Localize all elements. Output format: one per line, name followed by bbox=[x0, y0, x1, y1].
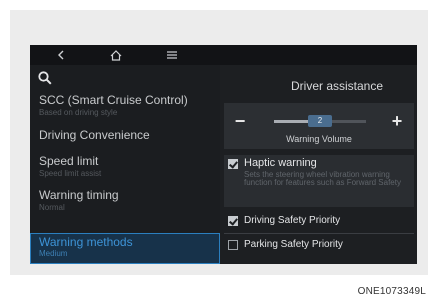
haptic-warning-description: Sets the steering wheel vibration warnin… bbox=[244, 170, 401, 187]
menu-item-warning-methods[interactable]: Warning methods Medium bbox=[30, 233, 220, 264]
driving-safety-priority-option[interactable]: Driving Safety Priority bbox=[224, 211, 414, 231]
driving-safety-priority-checkbox[interactable] bbox=[228, 216, 238, 226]
driving-safety-priority-label: Driving Safety Priority bbox=[244, 215, 341, 226]
haptic-warning-label: Haptic warning bbox=[244, 157, 317, 169]
menu-item-title: Speed limit bbox=[39, 154, 99, 168]
menu-item-title: SCC (Smart Cruise Control) bbox=[39, 93, 188, 107]
menu-item-speed-limit[interactable]: Speed limit Speed limit assist bbox=[30, 154, 220, 182]
menu-button[interactable] bbox=[157, 45, 187, 65]
panel-title: Driver assistance bbox=[290, 79, 384, 93]
menu-item-subtitle: Normal bbox=[39, 203, 65, 212]
haptic-warning-option[interactable]: Haptic warning Sets the steering wheel v… bbox=[224, 155, 414, 207]
parking-safety-priority-option[interactable]: Parking Safety Priority bbox=[224, 235, 414, 255]
volume-decrease-button[interactable]: − bbox=[228, 109, 252, 133]
warning-volume-control: − 2 + Warning Volume bbox=[224, 103, 414, 149]
warning-volume-label: Warning Volume bbox=[286, 134, 352, 144]
menu-item-driving-convenience[interactable]: Driving Convenience bbox=[30, 128, 220, 148]
infotainment-screen: SCC (Smart Cruise Control) Based on driv… bbox=[30, 45, 417, 264]
search-icon[interactable] bbox=[38, 71, 52, 85]
menu-item-subtitle: Speed limit assist bbox=[39, 169, 102, 178]
parking-safety-priority-label: Parking Safety Priority bbox=[244, 239, 343, 250]
warning-methods-panel: Driver assistance − 2 + Warning Volume H… bbox=[220, 65, 417, 264]
back-icon bbox=[58, 50, 64, 60]
home-button[interactable] bbox=[101, 45, 131, 65]
volume-slider-thumb[interactable]: 2 bbox=[308, 115, 332, 127]
menu-icon bbox=[167, 51, 177, 59]
menu-item-title: Driving Convenience bbox=[39, 128, 150, 142]
menu-item-title: Warning methods bbox=[39, 235, 133, 249]
home-icon bbox=[110, 49, 122, 61]
top-nav-bar bbox=[30, 45, 417, 65]
figure-code: ONE1073349L bbox=[357, 286, 426, 297]
menu-item-subtitle: Medium bbox=[39, 249, 68, 258]
option-divider bbox=[224, 233, 414, 234]
volume-increase-button[interactable]: + bbox=[385, 109, 409, 133]
back-button[interactable] bbox=[46, 45, 76, 65]
menu-item-warning-timing[interactable]: Warning timing Normal bbox=[30, 188, 220, 216]
menu-item-title: Warning timing bbox=[39, 188, 119, 202]
menu-item-scc[interactable]: SCC (Smart Cruise Control) Based on driv… bbox=[30, 93, 220, 121]
haptic-warning-checkbox[interactable] bbox=[228, 159, 238, 169]
menu-item-subtitle: Based on driving style bbox=[39, 108, 118, 117]
parking-safety-priority-checkbox[interactable] bbox=[228, 240, 238, 250]
settings-menu: SCC (Smart Cruise Control) Based on driv… bbox=[30, 65, 220, 264]
